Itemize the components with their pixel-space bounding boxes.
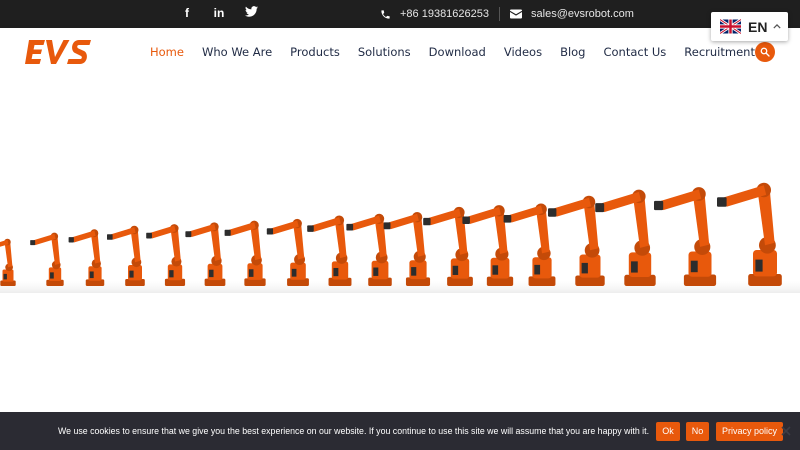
robot-arm xyxy=(107,225,145,286)
nav-blog[interactable]: Blog xyxy=(560,45,585,59)
twitter-icon[interactable] xyxy=(244,6,258,20)
search-button[interactable] xyxy=(755,42,775,62)
top-bar: f in +86 19381626253 sales@evsrobot.com xyxy=(0,0,800,28)
nav-videos[interactable]: Videos xyxy=(504,45,542,59)
robot-arm xyxy=(595,189,656,286)
cookie-banner: We use cookies to ensure that we give yo… xyxy=(0,412,800,450)
social-links: f in xyxy=(180,6,258,20)
linkedin-icon[interactable]: in xyxy=(212,6,226,20)
robot-arm xyxy=(0,238,16,286)
nav-home[interactable]: Home xyxy=(150,45,184,59)
nav-products[interactable]: Products xyxy=(290,45,340,59)
close-icon[interactable] xyxy=(781,426,791,436)
phone-icon xyxy=(381,9,390,19)
robot-arm xyxy=(30,232,64,286)
envelope-icon xyxy=(510,9,523,19)
robot-arm xyxy=(654,187,717,286)
robot-arm xyxy=(68,229,105,286)
language-selector[interactable]: EN xyxy=(711,12,788,41)
uk-flag-icon xyxy=(720,19,741,34)
robot-arm xyxy=(717,182,782,286)
hero-banner xyxy=(0,76,800,412)
main-header: Home Who We Are Products Solutions Downl… xyxy=(0,28,800,76)
cookie-message: We use cookies to ensure that we give yo… xyxy=(58,426,650,436)
robot-arm xyxy=(307,215,352,286)
robot-arm xyxy=(185,222,226,286)
nav-recruitment[interactable]: Recruitment xyxy=(684,45,755,59)
contact-info: +86 19381626253 sales@evsrobot.com xyxy=(380,7,634,21)
robot-arm xyxy=(503,203,556,286)
search-icon xyxy=(760,47,770,57)
cookie-ok-button[interactable]: Ok xyxy=(656,421,681,441)
nav-download[interactable]: Download xyxy=(429,45,486,59)
privacy-policy-button[interactable]: Privacy policy xyxy=(716,421,784,441)
nav-solutions[interactable]: Solutions xyxy=(358,45,411,59)
robot-arm xyxy=(383,212,431,286)
chevron-up-icon xyxy=(773,24,782,29)
robot-arm xyxy=(146,224,186,286)
main-nav: Home Who We Are Products Solutions Downl… xyxy=(150,45,773,59)
email-address[interactable]: sales@evsrobot.com xyxy=(531,8,634,20)
phone-number[interactable]: +86 19381626253 xyxy=(400,8,489,20)
robot-arm xyxy=(266,218,309,286)
facebook-icon[interactable]: f xyxy=(180,6,194,20)
divider xyxy=(499,7,501,21)
language-code: EN xyxy=(748,18,768,35)
robot-lineup-image xyxy=(0,182,800,293)
evs-logo[interactable] xyxy=(25,38,93,66)
nav-who-we-are[interactable]: Who We Are xyxy=(202,45,272,59)
cookie-no-button[interactable]: No xyxy=(686,421,710,441)
nav-contact-us[interactable]: Contact Us xyxy=(603,45,666,59)
robot-arm xyxy=(224,220,266,286)
